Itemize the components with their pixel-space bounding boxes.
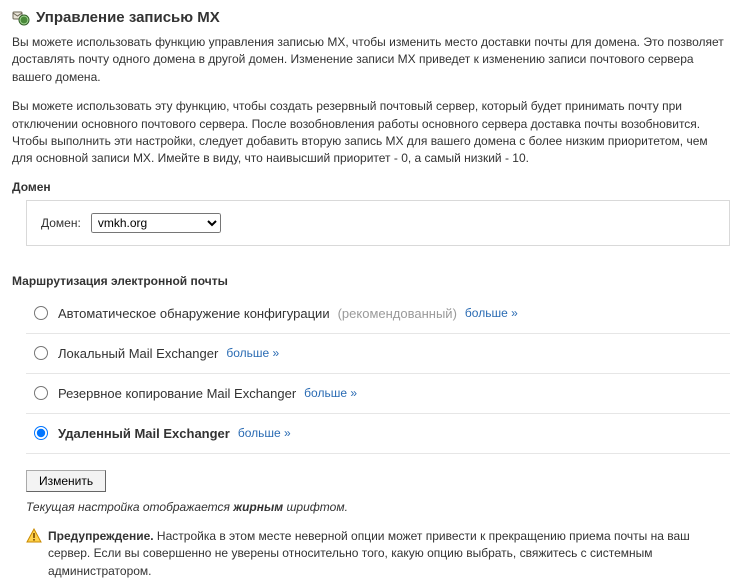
more-link-backup[interactable]: больше »	[304, 386, 357, 400]
option-auto-label: Автоматическое обнаружение конфигурации	[58, 306, 330, 321]
note-post: шрифтом.	[283, 500, 348, 514]
more-link-auto[interactable]: больше »	[465, 306, 518, 320]
radio-local[interactable]	[34, 346, 48, 360]
submit-button[interactable]: Изменить	[26, 470, 106, 492]
radio-remote[interactable]	[34, 426, 48, 440]
radio-auto[interactable]	[34, 306, 48, 320]
option-backup-label: Резервное копирование Mail Exchanger	[58, 386, 296, 401]
more-link-remote[interactable]: больше »	[238, 426, 291, 440]
warning-text-wrap: Предупреждение. Настройка в этом месте н…	[48, 528, 730, 580]
warning-icon	[26, 528, 42, 544]
intro-p2: Вы можете использовать эту функцию, чтоб…	[12, 98, 730, 168]
option-remote-label: Удаленный Mail Exchanger	[58, 426, 230, 441]
option-backup[interactable]: Резервное копирование Mail Exchanger бол…	[26, 374, 730, 414]
domain-field-label: Домен:	[41, 216, 81, 230]
domain-select[interactable]: vmkh.org	[91, 213, 221, 233]
option-local-label: Локальный Mail Exchanger	[58, 346, 218, 361]
current-setting-note: Текущая настройка отображается жирным шр…	[26, 500, 730, 514]
option-auto[interactable]: Автоматическое обнаружение конфигурации …	[26, 294, 730, 334]
warning-block: Предупреждение. Настройка в этом месте н…	[26, 528, 730, 580]
domain-section-label: Домен	[12, 180, 730, 194]
routing-section-label: Маршрутизация электронной почты	[12, 274, 730, 288]
mail-server-icon	[12, 8, 30, 26]
more-link-local[interactable]: больше »	[226, 346, 279, 360]
domain-box: Домен: vmkh.org	[26, 200, 730, 246]
radio-backup[interactable]	[34, 386, 48, 400]
intro-p1: Вы можете использовать функцию управлени…	[12, 34, 730, 86]
option-remote[interactable]: Удаленный Mail Exchanger больше »	[26, 414, 730, 454]
warning-bold: Предупреждение.	[48, 529, 154, 543]
page-title-text: Управление записью MX	[36, 9, 220, 26]
note-pre: Текущая настройка отображается	[26, 500, 233, 514]
option-auto-suffix: (рекомендованный)	[338, 306, 457, 321]
option-local[interactable]: Локальный Mail Exchanger больше »	[26, 334, 730, 374]
page-title: Управление записью MX	[12, 8, 730, 26]
intro-text: Вы можете использовать функцию управлени…	[12, 34, 730, 168]
routing-box: Автоматическое обнаружение конфигурации …	[26, 294, 730, 580]
note-bold: жирным	[233, 500, 283, 514]
